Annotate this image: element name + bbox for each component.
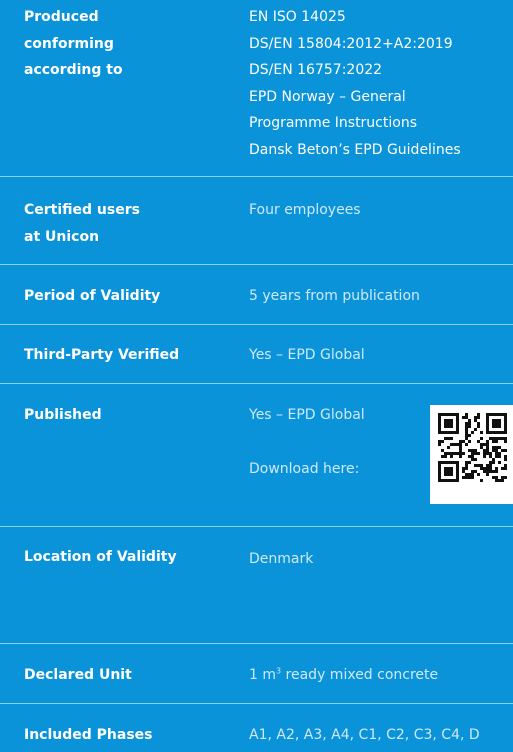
validity-period-value: 5 years from publication xyxy=(249,288,420,304)
standard-line-2: DS/EN 15804:2012+A2:2019 xyxy=(249,35,453,52)
produced-standards: EN ISO 14025 DS/EN 15804:2012+A2:2019 DS… xyxy=(249,4,509,163)
declared-unit-label: Declared Unit xyxy=(24,667,132,683)
published-label: Published xyxy=(24,407,102,423)
included-phases-value: A1, A2, A3, A4, C1, C2, C3, C4, D xyxy=(249,727,480,743)
standard-line-6: Dansk Beton’s EPD Guidelines xyxy=(249,141,461,158)
row-divider xyxy=(0,264,513,265)
included-phases-label: Included Phases xyxy=(24,727,153,743)
validity-period-label: Period of Validity xyxy=(24,288,161,304)
row-divider xyxy=(0,383,513,384)
certified-label-line-1: Certified users xyxy=(24,202,140,218)
row-divider xyxy=(0,526,513,527)
certified-users-value: Four employees xyxy=(249,202,361,218)
location-value: Denmark xyxy=(249,551,314,567)
standard-line-5: Programme Instructions xyxy=(249,115,417,131)
produced-label-line-1: Produced xyxy=(24,9,99,25)
produced-label-line-2: conforming xyxy=(24,35,114,52)
standard-line-3: DS/EN 16757:2022 xyxy=(249,62,383,78)
row-divider xyxy=(0,324,513,325)
certified-label-line-2: at Unicon xyxy=(24,228,100,245)
row-divider xyxy=(0,643,513,644)
third-party-label: Third-Party Verified xyxy=(24,347,180,363)
declared-unit-prefix: 1 m xyxy=(249,667,276,683)
produced-label-line-3: according to xyxy=(24,62,123,78)
declared-unit-suffix: ready mixed concrete xyxy=(281,667,439,683)
third-party-value: Yes – EPD Global xyxy=(249,347,365,363)
row-divider xyxy=(0,703,513,704)
certified-users-label: Certified users at Unicon xyxy=(24,197,224,250)
qr-code-icon[interactable] xyxy=(430,405,513,504)
epd-info-sheet: Produced conforming according to EN ISO … xyxy=(0,0,513,752)
qr-code-graphic xyxy=(438,413,507,482)
row-divider xyxy=(0,176,513,177)
location-label: Location of Validity xyxy=(24,549,177,565)
standard-line-4: EPD Norway – General xyxy=(249,88,406,105)
declared-unit-value: 1 m3 ready mixed concrete xyxy=(249,662,509,689)
produced-label: Produced conforming according to xyxy=(24,4,224,84)
standard-line-1: EN ISO 14025 xyxy=(249,9,346,25)
